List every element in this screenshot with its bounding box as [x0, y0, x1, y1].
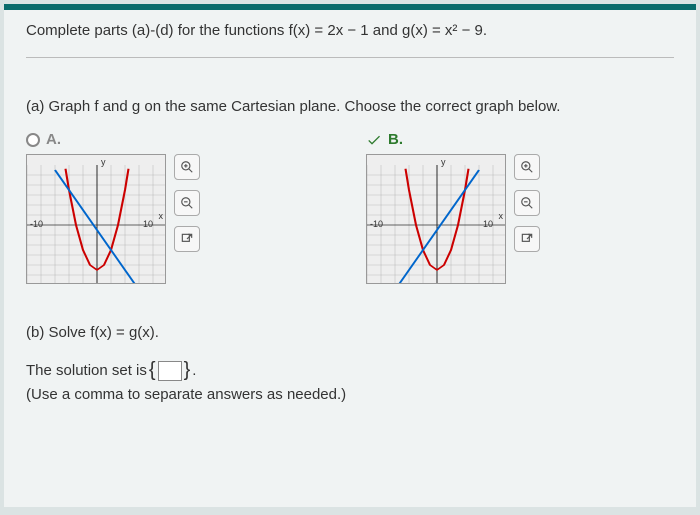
option-a-graph: y x -10 10 [26, 154, 166, 284]
part-a-prompt: (a) Graph f and g on the same Cartesian … [26, 98, 674, 115]
x-axis-label: x [159, 211, 164, 221]
options-row: A. y x -10 [26, 131, 674, 284]
option-b-header: B. [366, 131, 666, 148]
option-b-tools [514, 154, 540, 252]
popout-icon[interactable] [174, 226, 200, 252]
left-brace-icon: { [149, 359, 156, 382]
zoom-in-icon[interactable] [514, 154, 540, 180]
option-b-graph-wrap: y x -10 10 [366, 154, 666, 284]
answer-input[interactable] [158, 361, 182, 381]
part-b-prompt: (b) Solve f(x) = g(x). [26, 324, 674, 341]
popout-icon[interactable] [514, 226, 540, 252]
option-b[interactable]: B. y x -10 [366, 131, 666, 284]
y-axis-label: y [101, 157, 106, 167]
question-page: Complete parts (a)-(d) for the functions… [4, 4, 696, 507]
option-a-tools [174, 154, 200, 252]
checkmark-selected-icon[interactable] [366, 132, 382, 148]
xmax-label: 10 [483, 219, 493, 229]
zoom-out-icon[interactable] [514, 190, 540, 216]
solution-suffix: . [192, 362, 196, 379]
option-b-graph: y x -10 10 [366, 154, 506, 284]
xmin-label: -10 [370, 219, 383, 229]
option-a-graph-wrap: y x -10 10 [26, 154, 326, 284]
hint-text: (Use a comma to separate answers as need… [26, 386, 674, 403]
solution-line: The solution set is { } . [26, 359, 674, 382]
solution-prefix: The solution set is [26, 362, 147, 379]
radio-unselected-icon[interactable] [26, 133, 40, 147]
option-a-label: A. [46, 131, 61, 148]
x-axis-label: x [499, 211, 504, 221]
top-accent-bar [4, 4, 696, 10]
y-axis-label: y [441, 157, 446, 167]
xmin-label: -10 [30, 219, 43, 229]
zoom-in-icon[interactable] [174, 154, 200, 180]
right-brace-icon: } [184, 359, 191, 382]
option-a-header: A. [26, 131, 326, 148]
intro-text: Complete parts (a)-(d) for the functions… [26, 22, 674, 39]
option-a[interactable]: A. y x -10 [26, 131, 326, 284]
option-b-label: B. [388, 131, 403, 148]
xmax-label: 10 [143, 219, 153, 229]
divider [26, 57, 674, 58]
zoom-out-icon[interactable] [174, 190, 200, 216]
